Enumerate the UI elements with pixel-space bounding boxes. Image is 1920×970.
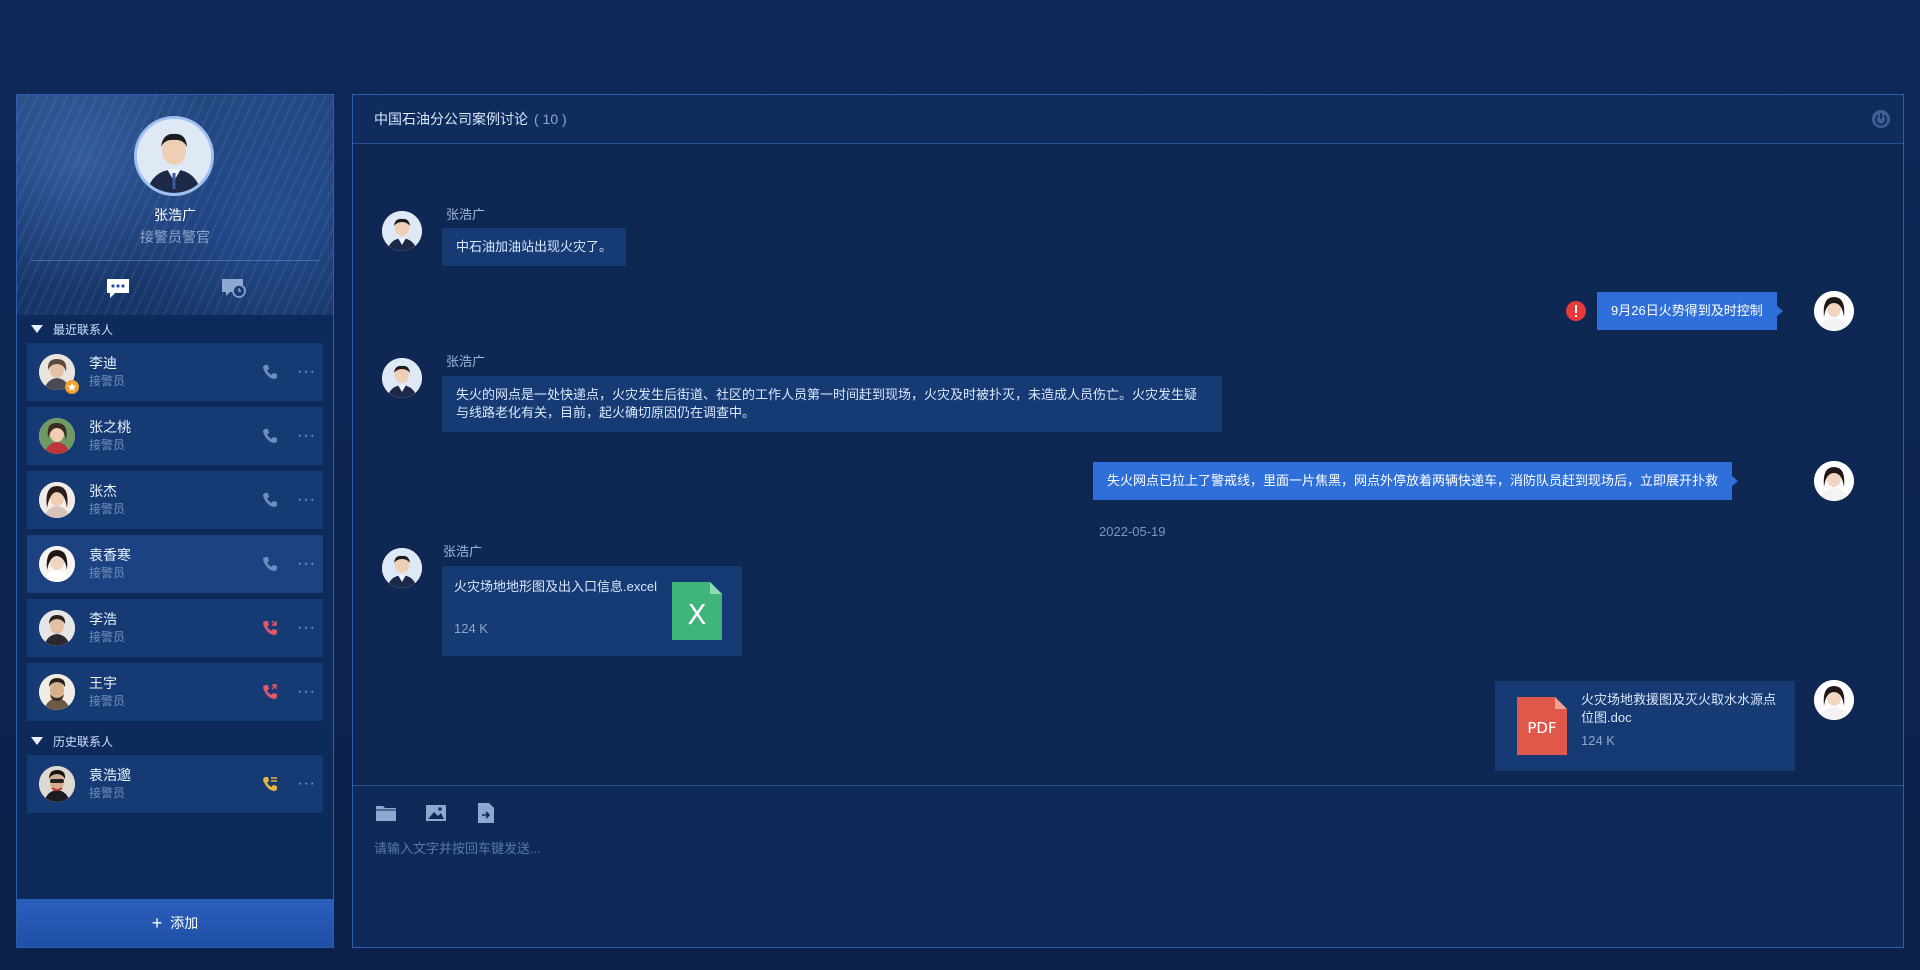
more-options-icon[interactable]: ··· (297, 363, 315, 381)
plus-icon: + (151, 913, 163, 933)
more-options-icon[interactable]: ··· (297, 683, 315, 701)
outgoing-call-icon[interactable] (261, 683, 279, 701)
excel-icon-letter: X (687, 598, 706, 631)
contact-name: 袁香寒 (89, 547, 131, 563)
my-avatar[interactable] (1814, 461, 1854, 501)
file-size: 124 K (1581, 733, 1615, 748)
phone-icon[interactable] (261, 427, 279, 445)
sender-name: 张浩广 (446, 207, 486, 222)
chat-tab-icon[interactable] (105, 277, 131, 299)
contact-role: 接警员 (89, 374, 126, 388)
contact-item[interactable]: 张杰 接警员 ··· (27, 471, 323, 529)
chat-panel: 中国石油分公司案例讨论 ( 10 ) 张浩广 中石油加油站出现火灾了。 9月26… (352, 94, 1904, 948)
sender-avatar[interactable] (382, 548, 422, 588)
contact-item[interactable]: 王宇 接警员 ··· (27, 663, 323, 721)
contact-item[interactable]: 李迪 接警员 ··· (27, 343, 323, 401)
contact-avatar (39, 354, 79, 394)
contact-item[interactable]: 李浩 接警员 ··· (27, 599, 323, 657)
file-size: 124 K (454, 621, 488, 636)
send-file-icon[interactable] (475, 802, 497, 824)
contact-name: 李浩 (89, 611, 117, 627)
sender-name: 张浩广 (446, 354, 486, 369)
sender-name: 张浩广 (443, 544, 483, 559)
pdf-icon-label: PDF (1527, 719, 1556, 737)
my-avatar[interactable] (1814, 680, 1854, 720)
add-button-label: 添加 (170, 915, 199, 931)
folder-icon[interactable] (375, 802, 397, 824)
missed-call-icon[interactable] (261, 619, 279, 637)
profile-role: 接警员警官 (140, 229, 210, 245)
file-name: 火灾场地地形图及出入口信息.excel (454, 579, 657, 594)
add-contact-button[interactable]: + 添加 (17, 899, 333, 947)
sender-avatar[interactable] (382, 211, 422, 251)
message-bubble-outgoing: 失火网点已拉上了警戒线，里面一片焦黑，网点外停放着两辆快递车，消防队员赶到现场后… (1093, 462, 1739, 500)
contact-name: 王宇 (89, 675, 117, 691)
send-error-icon[interactable] (1566, 301, 1586, 321)
sender-avatar[interactable] (382, 358, 422, 398)
collapse-triangle-icon[interactable] (31, 737, 43, 745)
file-attachment-pdf[interactable]: PDF 火灾场地救援图及灭火取水水源点位图.doc 124 K (1495, 681, 1795, 771)
contact-item[interactable]: 袁浩邈 接警员 ··· (27, 755, 323, 813)
image-icon[interactable] (425, 802, 447, 824)
pdf-file-icon: PDF (1517, 697, 1567, 755)
power-icon[interactable] (1871, 109, 1891, 129)
contact-avatar (39, 610, 75, 646)
recent-contacts-label: 最近联系人 (53, 322, 114, 337)
date-separator: 2022-05-19 (1099, 524, 1166, 539)
star-badge-icon (65, 380, 79, 394)
chat-title: 中国石油分公司案例讨论 (374, 111, 528, 127)
contact-role: 接警员 (89, 438, 126, 452)
profile-divider (31, 260, 319, 261)
contact-avatar (39, 546, 75, 582)
message-bubble-incoming: 中石油加油站出现火灾了。 (442, 228, 627, 266)
contact-role: 接警员 (89, 630, 126, 644)
contact-item[interactable]: 张之桃 接警员 ··· (27, 407, 323, 465)
excel-file-icon: X (672, 582, 722, 640)
collapse-triangle-icon[interactable] (31, 325, 43, 333)
contact-item-selected[interactable]: 袁香寒 接警员 ··· (27, 535, 323, 593)
contact-avatar (39, 674, 75, 710)
contacts-panel: 张浩广 接警员警官 最近联系人 李迪 接警员 ··· 张之桃 接警员 ··· 张… (16, 94, 334, 948)
more-options-icon[interactable]: ··· (297, 619, 315, 637)
contact-role: 接警员 (89, 694, 126, 708)
phone-icon[interactable] (261, 491, 279, 509)
more-options-icon[interactable]: ··· (297, 775, 315, 793)
history-tab-icon[interactable] (221, 277, 247, 299)
more-options-icon[interactable]: ··· (297, 555, 315, 573)
file-attachment-excel[interactable]: 火灾场地地形图及出入口信息.excel 124 K X (442, 566, 742, 656)
contact-role: 接警员 (89, 502, 126, 516)
contact-name: 张杰 (89, 483, 117, 499)
recent-contacts-header[interactable]: 最近联系人 (17, 315, 333, 343)
message-composer: 请输入文字并按回车键发送... (353, 785, 1903, 947)
more-options-icon[interactable]: ··· (297, 427, 315, 445)
contact-name: 袁浩邈 (89, 767, 131, 783)
contact-avatar (39, 766, 75, 802)
message-bubble-incoming: 失火的网点是一处快递点，火灾发生后街道、社区的工作人员第一时间赶到现场，火灾及时… (442, 376, 1222, 432)
more-options-icon[interactable]: ··· (297, 491, 315, 509)
contact-name: 张之桃 (89, 419, 131, 435)
user-avatar[interactable] (134, 116, 214, 196)
history-contacts-label: 历史联系人 (53, 734, 114, 749)
contact-role: 接警员 (89, 566, 126, 580)
contact-role: 接警员 (89, 786, 126, 800)
contact-name: 李迪 (89, 355, 117, 371)
incoming-call-icon[interactable] (261, 775, 279, 793)
message-input[interactable]: 请输入文字并按回车键发送... (374, 838, 541, 857)
contact-avatar (39, 418, 75, 454)
file-name: 火灾场地救援图及灭火取水水源点位图.doc (1581, 692, 1777, 725)
history-contacts-header[interactable]: 历史联系人 (17, 727, 333, 755)
my-avatar[interactable] (1814, 291, 1854, 331)
profile-card: 张浩广 接警员警官 (17, 95, 333, 315)
contact-avatar (39, 482, 75, 518)
phone-icon[interactable] (261, 555, 279, 573)
phone-icon[interactable] (261, 363, 279, 381)
message-bubble-outgoing: 9月26日火势得到及时控制 (1597, 292, 1783, 330)
profile-name: 张浩广 (154, 207, 196, 223)
chat-header: 中国石油分公司案例讨论 ( 10 ) (353, 95, 1903, 144)
chat-member-count: ( 10 ) (534, 111, 567, 127)
